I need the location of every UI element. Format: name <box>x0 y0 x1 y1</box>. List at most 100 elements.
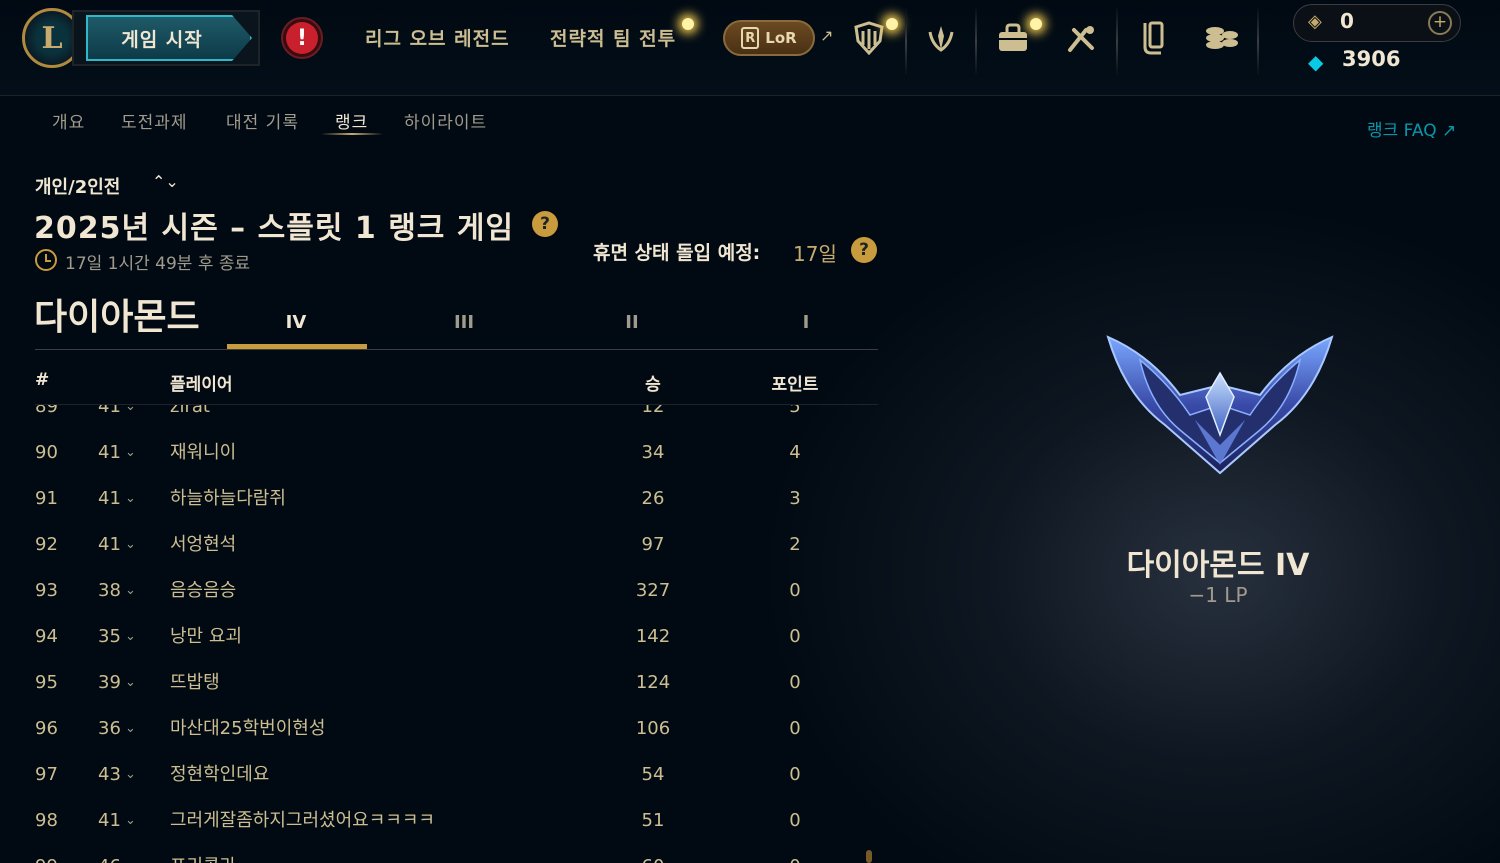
current-rank-title: 다이아몬드 IV <box>1126 548 1310 583</box>
player-name[interactable]: 정현학인데요 <box>170 752 269 798</box>
wins-cell: 124 <box>635 672 671 693</box>
level-cell: 35 <box>98 626 121 647</box>
level-cell: 41 <box>98 810 121 831</box>
nav-divider <box>1116 6 1118 78</box>
chevron-down-icon[interactable]: ⌄ <box>125 752 136 798</box>
points-cell: 0 <box>789 672 801 693</box>
level-cell: 46 <box>98 844 121 863</box>
tab-ranked[interactable]: 랭크 <box>335 108 368 133</box>
table-row[interactable]: 95 39 뜨밥탱 124 0 ⌄ <box>0 660 880 706</box>
rank-cell: 91 <box>35 488 58 509</box>
division-tab-ii[interactable]: II <box>592 312 672 333</box>
collection-icon[interactable] <box>1133 18 1173 58</box>
table-row[interactable]: 98 41 그러게잘좀하지그러셨어요ㅋㅋㅋㅋ 51 0 ⌄ <box>0 798 880 844</box>
player-name[interactable]: 재워니이 <box>170 430 236 476</box>
chevron-down-icon[interactable]: ⌄ <box>125 405 136 430</box>
decay-help-icon[interactable]: ? <box>851 237 877 263</box>
table-row[interactable]: 92 41 서엉현석 97 2 ⌄ <box>0 522 880 568</box>
tab-match-history[interactable]: 대전 기록 <box>226 108 299 133</box>
queue-selector[interactable]: 개인/2인전 <box>35 173 120 199</box>
points-cell: 4 <box>789 442 801 463</box>
external-link-icon: ↗ <box>820 26 834 45</box>
riot-points-value: 0 <box>1340 9 1354 33</box>
play-button[interactable]: 게임 시작 <box>72 10 260 66</box>
tft-icon[interactable] <box>921 18 961 58</box>
player-name[interactable]: 그러게잘좀하지그러셨어요ㅋㅋㅋㅋ <box>170 798 435 844</box>
rank-cell: 95 <box>35 672 58 693</box>
table-row[interactable]: 93 38 음승음승 327 0 ⌄ <box>0 568 880 614</box>
lor-button[interactable]: R LoR <box>723 20 815 56</box>
chevron-down-icon[interactable]: ⌄ <box>125 568 136 614</box>
tab-highlights[interactable]: 하이라이트 <box>404 108 487 133</box>
table-row[interactable]: 97 43 정현학인데요 54 0 ⌄ <box>0 752 880 798</box>
player-name[interactable]: 서엉현석 <box>170 522 236 568</box>
wins-cell: 34 <box>641 442 665 463</box>
decay-label: 휴면 상태 돌입 예정: <box>593 242 761 264</box>
player-name[interactable]: 프리콜라 <box>170 844 236 863</box>
blue-essence-currency-icon: ◆ <box>1308 50 1324 74</box>
rank-cell: 93 <box>35 580 58 601</box>
alert-icon[interactable]: ! <box>281 17 323 59</box>
table-row[interactable]: 94 35 낭만 요괴 142 0 ⌄ <box>0 614 880 660</box>
level-cell: 41 <box>98 534 121 555</box>
ladder-table[interactable]: 89 41 zirat 12 5 ⌄ 90 41 재워니이 34 4 ⌄ 91 41 하늘하늘다람쥐 26 3 ⌄… <box>0 405 880 863</box>
player-name[interactable]: 낭만 요괴 <box>170 614 242 660</box>
player-name[interactable]: 마산대25학번이현성 <box>170 706 325 752</box>
loot-icon[interactable] <box>1061 18 1101 58</box>
points-cell: 0 <box>789 580 801 601</box>
wins-cell: 106 <box>635 718 671 739</box>
nav-divider <box>975 6 977 78</box>
tab-overview[interactable]: 개요 <box>52 108 85 133</box>
player-name[interactable]: 하늘하늘다람쥐 <box>170 476 286 522</box>
division-tab-iv[interactable]: IV <box>256 312 336 333</box>
help-icon[interactable]: ? <box>532 211 558 237</box>
rank-cell: 90 <box>35 442 58 463</box>
rank-cell: 97 <box>35 764 58 785</box>
clash-icon[interactable] <box>849 18 889 58</box>
chevron-down-icon[interactable]: ⌄ <box>125 706 136 752</box>
points-cell: 3 <box>789 488 801 509</box>
column-header-points: 포인트 <box>771 375 819 395</box>
player-name[interactable]: zirat <box>170 405 210 430</box>
table-row[interactable]: 91 41 하늘하늘다람쥐 26 3 ⌄ <box>0 476 880 522</box>
scrollbar[interactable] <box>866 850 872 863</box>
diamond-emblem-icon <box>1100 325 1340 485</box>
table-row[interactable]: 89 41 zirat 12 5 ⌄ <box>0 405 880 430</box>
table-row[interactable]: 96 36 마산대25학번이현성 106 0 ⌄ <box>0 706 880 752</box>
chevron-down-icon[interactable]: ⌄ <box>125 522 136 568</box>
rank-cell: 98 <box>35 810 58 831</box>
season-title: 2025년 시즌 – 스플릿 1 랭크 게임 <box>34 211 515 246</box>
notification-dot <box>1030 18 1042 30</box>
nav-link-tft[interactable]: 전략적 팀 전투 <box>550 24 676 51</box>
divider <box>35 349 878 350</box>
table-row[interactable]: 90 41 재워니이 34 4 ⌄ <box>0 430 880 476</box>
player-name[interactable]: 음승음승 <box>170 568 236 614</box>
chevron-down-icon[interactable]: ⌄ <box>125 660 136 706</box>
chevron-down-icon[interactable]: ⌄ <box>125 844 136 863</box>
rank-cell: 94 <box>35 626 58 647</box>
decay-value: 17일 <box>793 242 837 266</box>
lor-logo-icon: R <box>741 27 760 49</box>
level-cell: 36 <box>98 718 121 739</box>
blue-essence-icon[interactable] <box>1202 18 1242 58</box>
nav-link-lol[interactable]: 리그 오브 레전드 <box>365 24 510 51</box>
buy-rp-button[interactable]: + <box>1428 11 1452 35</box>
wins-cell: 97 <box>641 534 665 555</box>
level-cell: 38 <box>98 580 121 601</box>
sort-chevron-icon[interactable]: ⌃⌄ <box>152 172 179 191</box>
chevron-down-icon[interactable]: ⌄ <box>125 430 136 476</box>
chevron-down-icon[interactable]: ⌄ <box>125 614 136 660</box>
level-cell: 39 <box>98 672 121 693</box>
division-tab-iii[interactable]: III <box>424 312 504 333</box>
tab-challenges[interactable]: 도전과제 <box>121 108 188 133</box>
division-tab-i[interactable]: I <box>766 312 846 333</box>
chevron-down-icon[interactable]: ⌄ <box>125 798 136 844</box>
ranked-faq-link[interactable]: 랭크 FAQ ↗ <box>1367 116 1456 141</box>
store-bag-icon[interactable] <box>993 18 1033 58</box>
points-cell: 0 <box>789 810 801 831</box>
player-name[interactable]: 뜨밥탱 <box>170 660 220 706</box>
season-end-time: 17일 1시간 49분 후 종료 <box>65 254 251 274</box>
table-row[interactable]: 99 46 프리콜라 60 0 ⌄ <box>0 844 880 863</box>
notification-dot <box>886 18 898 30</box>
chevron-down-icon[interactable]: ⌄ <box>125 476 136 522</box>
